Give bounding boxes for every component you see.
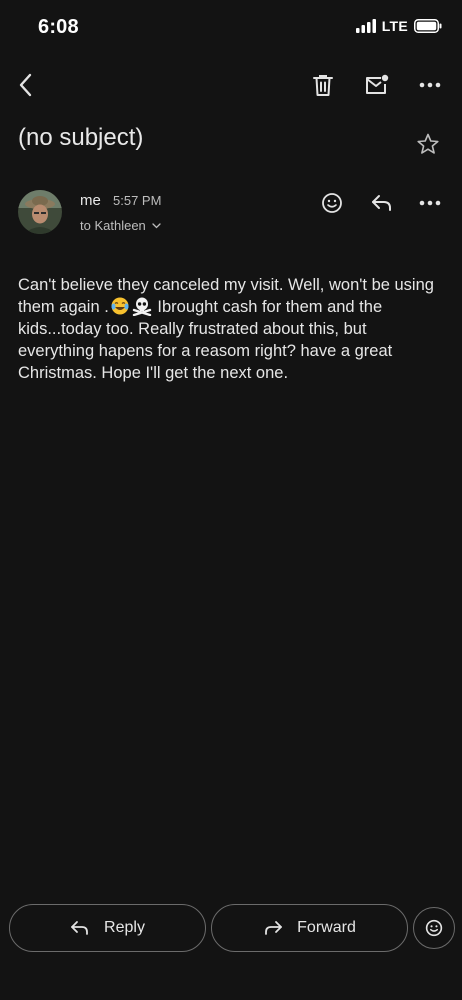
react-button[interactable]	[413, 907, 455, 949]
avatar-photo	[18, 190, 62, 234]
message-body: Can't believe they canceled my visit. We…	[18, 274, 446, 384]
laughing-tears-emoji-icon	[111, 297, 129, 315]
reply-label: Reply	[104, 919, 145, 936]
add-reaction-button[interactable]	[312, 183, 352, 223]
sender-name: me	[80, 192, 101, 209]
status-bar: 6:08 LTE	[0, 0, 462, 56]
reply-button[interactable]: Reply	[9, 904, 206, 952]
more-horizontal-icon	[419, 200, 441, 206]
sent-time: 5:57 PM	[113, 193, 162, 208]
skull-crossbones-emoji-icon	[132, 297, 152, 316]
delete-button[interactable]	[303, 65, 343, 105]
star-button[interactable]	[410, 126, 446, 162]
chevron-down-icon	[152, 222, 161, 228]
recipient-label: to Kathleen	[80, 218, 146, 233]
smiley-icon	[425, 919, 443, 937]
status-time: 6:08	[38, 16, 79, 38]
star-icon	[417, 133, 439, 154]
sender-avatar[interactable]	[18, 190, 62, 234]
reply-icon-button[interactable]	[362, 183, 402, 223]
smiley-icon	[322, 193, 342, 213]
reply-icon	[71, 921, 88, 935]
forward-icon	[265, 921, 283, 935]
mail-unread-icon	[366, 74, 389, 94]
recipient-details-toggle[interactable]: to Kathleen	[80, 218, 161, 233]
chevron-left-icon	[19, 73, 32, 97]
cellular-signal-icon	[355, 19, 376, 33]
battery-icon	[414, 19, 442, 33]
forward-label: Forward	[297, 919, 356, 936]
status-indicators: LTE	[355, 18, 442, 34]
more-options-button[interactable]	[410, 65, 450, 105]
message-more-button[interactable]	[410, 183, 450, 223]
top-toolbar	[0, 60, 462, 110]
mark-unread-button[interactable]	[357, 65, 397, 105]
forward-button[interactable]: Forward	[211, 904, 408, 952]
back-button[interactable]	[6, 65, 46, 105]
network-type: LTE	[381, 18, 408, 34]
email-subject: (no subject)	[18, 124, 144, 151]
reply-icon	[372, 195, 391, 211]
more-horizontal-icon	[419, 82, 441, 88]
trash-icon	[313, 75, 333, 96]
